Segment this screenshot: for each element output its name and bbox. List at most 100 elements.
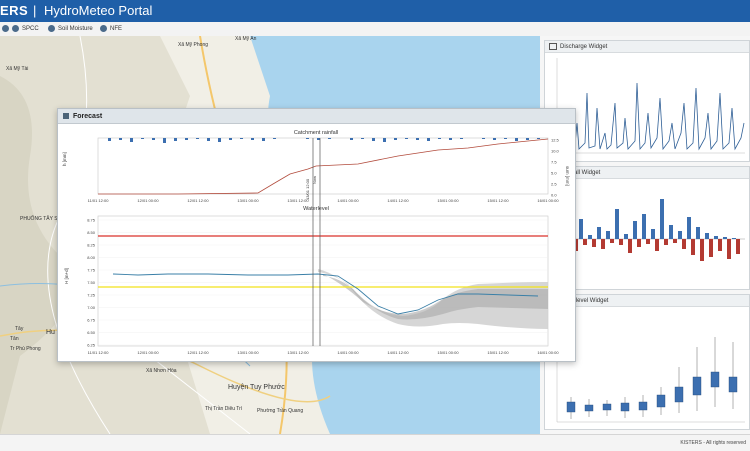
rain-widget-bar <box>736 239 740 254</box>
rain-bars <box>108 138 540 143</box>
copyright-text: KISTERS - All rights reserved <box>680 440 746 446</box>
waterlevel-chart-title: Waterlevel <box>303 206 329 212</box>
forecast-header[interactable]: Forecast <box>58 109 575 124</box>
title-separator: | <box>33 3 37 18</box>
rain-right-tick: 12.5 <box>551 138 560 143</box>
rain-bar <box>361 138 364 139</box>
wl-tick-label: 7.00 <box>87 305 96 310</box>
app-title: HydroMeteo Portal <box>44 3 153 18</box>
box <box>566 401 576 413</box>
waterlevel-x-ticks: 11/01 12:00 12/01 00:00 12/01 12:00 13/01 0… <box>88 350 560 355</box>
rain-widget-bar <box>705 233 709 239</box>
rain-widget-bar <box>615 209 619 239</box>
box <box>728 376 738 393</box>
map-label: Huyện Tuy Phước <box>228 384 285 391</box>
x-tick-label: 16/01 00:00 <box>537 350 559 355</box>
toolbar-item-soil-moisture[interactable]: Soil Moisture <box>48 25 93 32</box>
map-label: Xã Mỹ Tài <box>6 66 29 72</box>
rain-bar <box>262 138 265 141</box>
rain-bar <box>273 138 276 139</box>
rain-widget-bar <box>660 199 664 239</box>
rain-bar <box>438 138 441 139</box>
x-tick-label: 13/01 12:00 <box>287 350 309 355</box>
map-label: Tây <box>15 326 24 332</box>
x-tick-label: 14/01 00:00 <box>337 350 359 355</box>
map-label: Tân <box>10 336 19 342</box>
wl-tick-label: 7.75 <box>87 268 96 273</box>
toolbar-item-0[interactable] <box>2 25 12 32</box>
rain-bar <box>306 138 309 139</box>
toolbar-item-label: SPCC <box>22 25 39 32</box>
rain-widget-bar <box>732 238 736 239</box>
rain-widget-bar <box>592 239 596 247</box>
toolbar-item-nfe[interactable]: NFE <box>100 25 122 32</box>
rain-bar <box>350 138 353 140</box>
widget-title: Discharge Widget <box>560 43 608 50</box>
widget-header: Discharge Widget <box>545 41 749 53</box>
rain-bar <box>174 138 177 141</box>
rain-widget-bar <box>646 239 650 244</box>
rain-right-tick: 2.5 <box>551 182 557 187</box>
x-tick-label: 13/01 00:00 <box>237 198 259 203</box>
x-tick-label: 12/01 12:00 <box>187 198 209 203</box>
rain-bar <box>405 138 408 139</box>
globe-icon <box>48 25 55 32</box>
x-tick-label: 14/01 12:00 <box>387 198 409 203</box>
globe-icon <box>2 25 9 32</box>
rain-bar <box>427 138 430 141</box>
map-label: Tr Phú Phong <box>10 346 41 352</box>
rain-widget-bar <box>718 239 722 251</box>
rain-right-tick: 10.0 <box>551 149 560 154</box>
rain-bar <box>229 138 232 140</box>
box <box>602 403 612 411</box>
rain-x-ticks: 11/01 12:00 12/01 00:00 12/01 12:00 13/01 0… <box>88 198 560 203</box>
wl-tick-label: 8.50 <box>87 230 96 235</box>
box <box>710 371 720 388</box>
rain-widget-bar <box>633 221 637 239</box>
map-label: Xã Mỹ An <box>235 36 257 42</box>
rain-bar <box>108 138 111 141</box>
x-tick-label: 12/01 00:00 <box>137 198 159 203</box>
rain-widget-bar <box>597 227 601 239</box>
rainfall-chart-title: Catchment rainfall <box>294 130 338 136</box>
rain-widget-bar <box>583 239 587 245</box>
rain-bar <box>141 138 144 139</box>
box <box>674 386 684 403</box>
wl-tick-label: 7.25 <box>87 293 96 298</box>
rain-bar <box>449 138 452 140</box>
rain-bar <box>240 138 243 139</box>
rain-widget-bar <box>678 231 682 239</box>
rain-widget-bar <box>696 227 700 239</box>
x-tick-label: 15/01 12:00 <box>487 198 509 203</box>
rain-widget-bar <box>682 239 686 249</box>
x-tick-label: 12/01 00:00 <box>137 350 159 355</box>
rain-right-tick: 0.0 <box>551 193 557 198</box>
rain-widget-bar <box>588 235 592 239</box>
rain-widget-bar <box>606 231 610 239</box>
brand-logo-text: ERS <box>0 3 29 18</box>
discharge-series <box>558 82 745 152</box>
rain-right-axis-label: sum [mm] <box>565 166 570 186</box>
wl-axis-label: H [m+d] <box>64 268 69 284</box>
rain-bar <box>482 138 485 139</box>
toolbar-item-spcc[interactable]: SPCC <box>12 25 39 32</box>
forecast-title: Forecast <box>73 112 103 120</box>
rain-bar <box>493 138 496 140</box>
rain-bar <box>207 138 210 141</box>
chart-icon <box>549 43 557 50</box>
rain-bar <box>416 138 419 140</box>
rain-widget-bar <box>723 237 727 239</box>
rain-bar <box>526 138 529 140</box>
rain-bar <box>119 138 122 140</box>
map-label: Xã Mỹ Phong <box>178 42 209 48</box>
x-tick-label: 15/01 00:00 <box>437 350 459 355</box>
x-tick-label: 15/01 12:00 <box>487 350 509 355</box>
rain-bar <box>196 138 199 139</box>
rain-widget-bar <box>664 239 668 245</box>
map-label: Phường Trần Quang <box>257 408 304 414</box>
rain-bar <box>515 138 518 141</box>
rain-widget-bar <box>714 236 718 239</box>
rain-widget-bar <box>691 239 695 255</box>
box <box>584 404 594 412</box>
forecast-window[interactable]: Forecast Catchment rainfall h [mm] sum [… <box>57 108 576 362</box>
